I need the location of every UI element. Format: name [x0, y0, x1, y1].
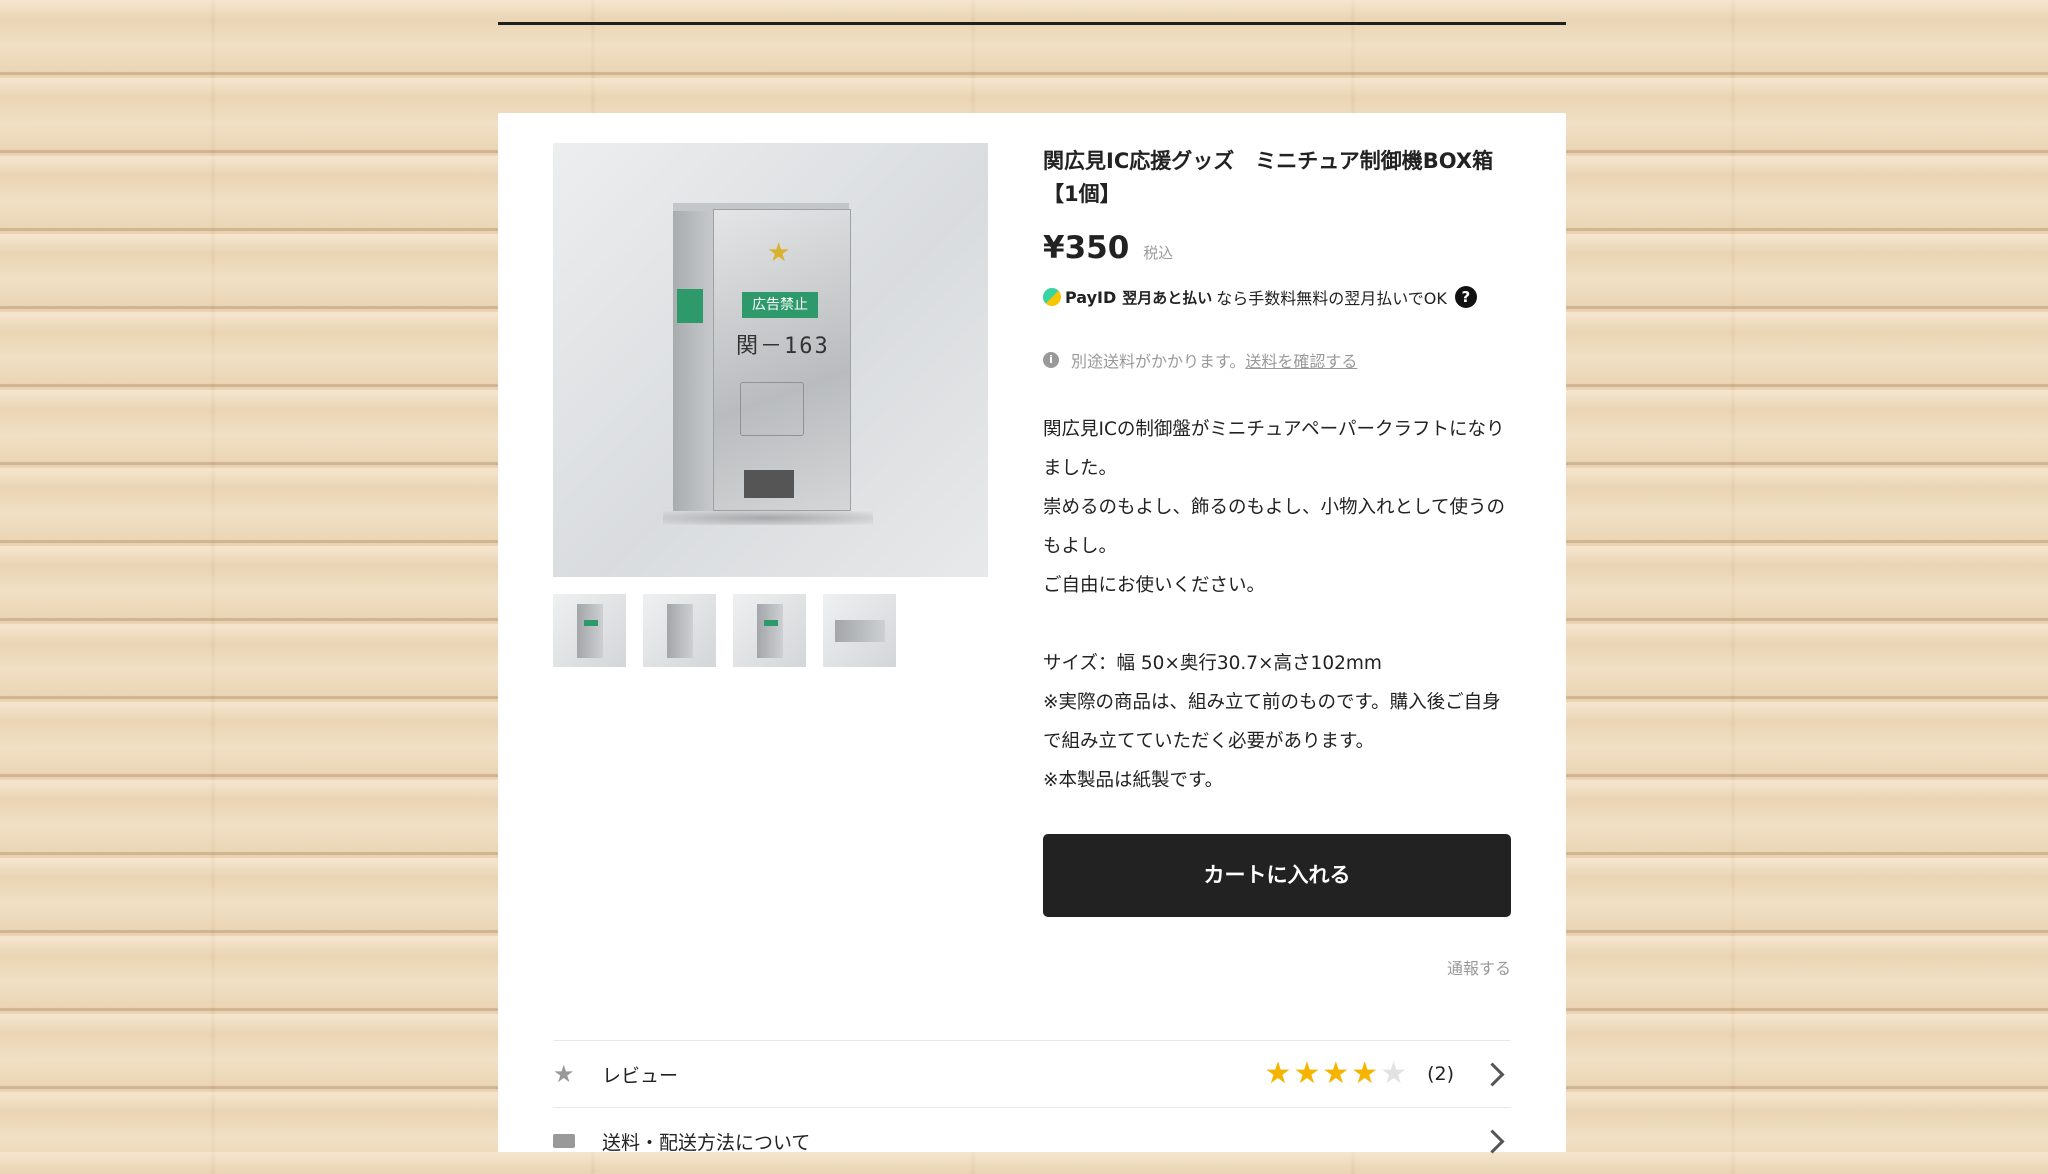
rating-stars: ★ ★ ★ ★ ★	[1265, 1059, 1408, 1089]
description-line: ※実際の商品は、組み立て前のものです。購入後ご自身で組み立てていただく必要があり…	[1043, 692, 1501, 752]
payid-logo-icon	[1043, 288, 1061, 306]
payid-later: 翌月あと払い	[1122, 288, 1213, 307]
rating-star: ★	[1380, 1056, 1408, 1091]
description-line: 崇めるのもよし、飾るのもよし、小物入れとして使うのもよし。	[1043, 497, 1505, 557]
payid-text: なら手数料無料の翌月払いでOK	[1216, 289, 1447, 308]
info-icon: i	[1043, 352, 1059, 368]
shipping-method-label: 送料・配送方法について	[602, 1131, 811, 1154]
shipping-method-right	[1454, 1128, 1511, 1154]
review-summary: ★ ★ ★ ★ ★ (2)	[1265, 1059, 1511, 1089]
thumbnail-2[interactable]	[643, 594, 716, 667]
box-side	[673, 211, 715, 511]
rating-star: ★	[1293, 1056, 1321, 1091]
box-code: 関－163	[736, 334, 830, 359]
description-line	[1043, 605, 1518, 644]
chevron-right-icon	[1480, 1061, 1505, 1087]
shipping-check-link[interactable]: 送料を確認する	[1245, 348, 1357, 372]
description-line: 関広見ICの制御盤がミニチュアペーパークラフトになりました。	[1043, 419, 1505, 479]
shipping-note-text: 別途送料がかかります。	[1071, 352, 1246, 371]
image-shadow	[663, 511, 873, 525]
thumbnail-4[interactable]	[823, 594, 896, 667]
box-side-label	[677, 289, 703, 323]
description-line: ※本製品は紙製です。	[1043, 770, 1224, 791]
review-count: (2)	[1427, 1063, 1454, 1085]
payid-brand: PayID	[1065, 287, 1117, 307]
rating-star: ★	[1264, 1056, 1292, 1091]
review-row[interactable]: ★ レビュー ★ ★ ★ ★ ★ (2)	[553, 1040, 1511, 1107]
price-row: ¥350 税込	[1043, 230, 1173, 266]
box-lock	[740, 382, 804, 436]
box-plate	[744, 470, 794, 498]
thumbnail-list	[553, 594, 896, 667]
rating-star: ★	[1351, 1056, 1379, 1091]
truck-icon	[553, 1134, 575, 1148]
product-title: 関広見IC応援グッズ ミニチュア制御機BOX箱【1個】	[1043, 149, 1494, 206]
product-main-image[interactable]: ★ 広告禁止 関－163	[553, 143, 988, 577]
report-link[interactable]: 通報する	[1420, 955, 1511, 979]
review-label: レビュー	[602, 1064, 679, 1087]
thumbnail-1[interactable]	[553, 594, 626, 667]
add-to-cart-button[interactable]: カートに入れる	[1043, 834, 1511, 917]
star-icon: ★	[553, 1060, 575, 1088]
box-label: 広告禁止	[742, 292, 818, 318]
shipping-method-row[interactable]: 送料・配送方法について	[553, 1107, 1511, 1174]
rating-star: ★	[1322, 1056, 1350, 1091]
product-price: ¥350	[1043, 230, 1130, 266]
tax-label: 税込	[1143, 244, 1174, 262]
star-emblem-icon: ★	[767, 238, 791, 268]
header-rule	[498, 22, 1566, 25]
chevron-right-icon	[1480, 1128, 1505, 1154]
description-line: ご自由にお使いください。	[1043, 575, 1266, 596]
thumbnail-3[interactable]	[733, 594, 806, 667]
shipping-note: i 別途送料がかかります。 送料を確認する	[1043, 348, 1357, 372]
description-line: サイズ：幅 50×奥行30.7×高さ102mm	[1043, 653, 1382, 674]
payid-notice: PayID 翌月あと払い なら手数料無料の翌月払いでOK ?	[1043, 285, 1477, 309]
truck-icon-wrap	[553, 1130, 575, 1152]
help-icon[interactable]: ?	[1454, 286, 1477, 308]
product-description: 関広見ICの制御盤がミニチュアペーパークラフトになりました。 崇めるのもよし、飾…	[1043, 410, 1518, 800]
box-front: ★ 広告禁止 関－163	[713, 209, 851, 511]
